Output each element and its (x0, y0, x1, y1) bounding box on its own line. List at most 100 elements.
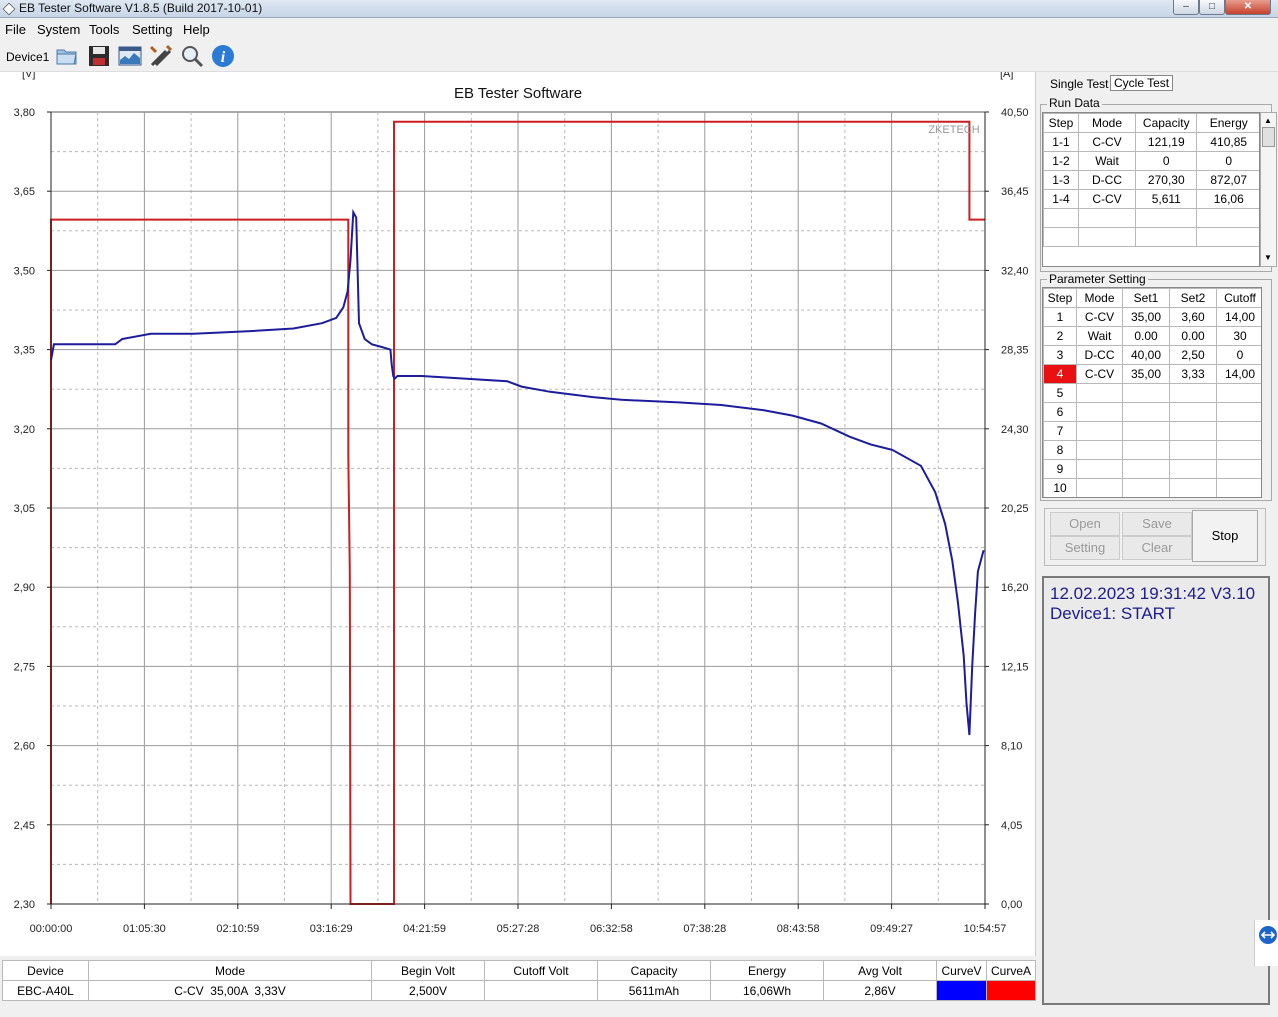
right-tick-label: 4,05 (1001, 820, 1022, 832)
save-button[interactable]: Save (1122, 512, 1192, 536)
table-cell (1216, 478, 1261, 497)
left-tick-label: 2,90 (14, 582, 35, 594)
table-cell: 872,07 (1196, 170, 1259, 190)
chart-image-icon[interactable] (117, 43, 143, 69)
save-disk-icon[interactable] (86, 43, 112, 69)
summary-avg-volt: 2,86V (823, 980, 937, 1001)
search-icon[interactable] (179, 43, 205, 69)
menu-system[interactable]: System (37, 22, 80, 37)
right-tick-label: 0,00 (1001, 899, 1022, 911)
table-cell (1216, 440, 1261, 460)
open-folder-icon[interactable] (54, 43, 80, 69)
table-row[interactable]: 9 (1043, 459, 1261, 479)
menu-setting[interactable]: Setting (132, 22, 172, 37)
tab-single-test[interactable]: Single Test (1050, 77, 1108, 91)
x-tick-label: 06:32:58 (590, 923, 633, 935)
table-row[interactable]: 1 C-CV 35,00 3,60 14,00 (1043, 307, 1261, 327)
open-button[interactable]: Open (1050, 512, 1120, 536)
table-cell: Wait (1077, 151, 1137, 171)
table-cell (1169, 402, 1217, 422)
column-header: Cutoff (1216, 288, 1261, 308)
table-cell (1135, 208, 1198, 228)
curve-v-swatch[interactable] (936, 980, 987, 1001)
table-row[interactable]: 1-2 Wait 0 0 (1043, 151, 1259, 171)
table-cell (1216, 459, 1261, 479)
table-cell: 1-3 (1043, 170, 1079, 190)
table-row[interactable]: 7 (1043, 421, 1261, 441)
setting-button[interactable]: Setting (1050, 536, 1120, 560)
x-tick-label: 08:43:58 (777, 923, 820, 935)
x-tick-label: 02:10:59 (216, 923, 259, 935)
maximize-button[interactable]: □ (1199, 0, 1225, 15)
table-row[interactable]: 10 (1043, 478, 1261, 497)
summary-cutoff-volt (484, 980, 598, 1001)
left-tick-label: 2,75 (14, 661, 35, 673)
table-cell: 5,611 (1135, 189, 1198, 209)
table-row[interactable]: 4 C-CV 35,00 3,33 14,00 (1043, 364, 1261, 384)
menu-help[interactable]: Help (183, 22, 210, 37)
table-row[interactable]: 1-1 C-CV 121,19 410,85 (1043, 132, 1259, 152)
tools-icon[interactable] (148, 43, 174, 69)
summary-header-device: Device (2, 960, 89, 981)
tab-cycle-test[interactable]: Cycle Test (1110, 75, 1174, 91)
summary-begin-volt: 2,500V (371, 980, 485, 1001)
table-cell (1076, 421, 1123, 441)
stop-button[interactable]: Stop (1192, 510, 1258, 562)
table-row[interactable]: 1-3 D-CC 270,30 872,07 (1043, 170, 1259, 190)
table-cell: 1-2 (1043, 151, 1079, 171)
table-row[interactable]: EBC-A40L C-CV 35,00A 3,33V 2,500V 5611mA… (2, 980, 1036, 1001)
left-tick-label: 3,65 (14, 186, 35, 198)
table-header-row: Step Mode Set1 Set2 Cutoff (1043, 288, 1261, 308)
table-cell: 410,85 (1196, 132, 1259, 152)
table-cell: 3 (1043, 345, 1077, 365)
right-axis-unit: [A] (1000, 72, 1013, 80)
table-row[interactable]: 1-4 C-CV 5,611 16,06 (1043, 189, 1259, 209)
summary-header-curvev: CurveV (936, 960, 987, 981)
column-header: Mode (1076, 288, 1123, 308)
table-cell (1169, 478, 1217, 497)
log-line: Device1: START (1050, 604, 1176, 623)
table-row[interactable]: 2 Wait 0.00 0.00 30 (1043, 326, 1261, 346)
table-cell: D-CC (1077, 170, 1137, 190)
curve-a-swatch[interactable] (986, 980, 1036, 1001)
menu-file[interactable]: File (5, 22, 26, 37)
table-cell: 270,30 (1135, 170, 1198, 190)
table-cell (1122, 440, 1170, 460)
close-button[interactable]: ✕ (1225, 0, 1271, 15)
summary-mode: C-CV 35,00A 3,33V (88, 980, 372, 1001)
scroll-up-icon[interactable]: ▲ (1264, 116, 1272, 125)
run-data-scrollbar[interactable]: ▲ ▼ (1260, 112, 1277, 267)
table-cell (1076, 383, 1123, 403)
table-row[interactable]: 6 (1043, 402, 1261, 422)
table-row[interactable] (1043, 227, 1259, 247)
table-cell: 0 (1216, 345, 1261, 365)
info-icon[interactable]: i (210, 43, 236, 69)
table-row[interactable]: 5 (1043, 383, 1261, 403)
table-cell: 0.00 (1169, 326, 1217, 346)
x-tick-label: 00:00:00 (30, 923, 73, 935)
table-row[interactable]: 8 (1043, 440, 1261, 460)
teamviewer-tab[interactable] (1254, 920, 1278, 966)
table-cell (1076, 459, 1123, 479)
app-icon (2, 2, 16, 16)
scroll-thumb[interactable] (1262, 127, 1275, 147)
right-tick-label: 8,10 (1001, 741, 1022, 753)
x-tick-label: 07:38:28 (683, 923, 726, 935)
table-header-row: Step Mode Capacity Energy (1043, 113, 1259, 133)
clear-button[interactable]: Clear (1122, 536, 1192, 560)
title-bar: EB Tester Software V1.8.5 (Build 2017-10… (0, 0, 1278, 18)
table-cell (1122, 478, 1170, 497)
watermark: ZKETECH (928, 124, 979, 136)
table-row[interactable] (1043, 208, 1259, 228)
table-cell (1076, 440, 1123, 460)
table-row[interactable]: 3 D-CC 40,00 2,50 0 (1043, 345, 1261, 365)
column-header: Step (1043, 113, 1079, 133)
table-cell (1122, 421, 1170, 441)
menu-tools[interactable]: Tools (89, 22, 119, 37)
scroll-down-icon[interactable]: ▼ (1264, 253, 1272, 262)
device-label[interactable]: Device1 (6, 50, 49, 64)
minimize-button[interactable]: ‒ (1173, 0, 1199, 15)
table-cell (1077, 208, 1137, 228)
table-cell (1196, 227, 1259, 247)
summary-header-capacity: Capacity (597, 960, 711, 981)
